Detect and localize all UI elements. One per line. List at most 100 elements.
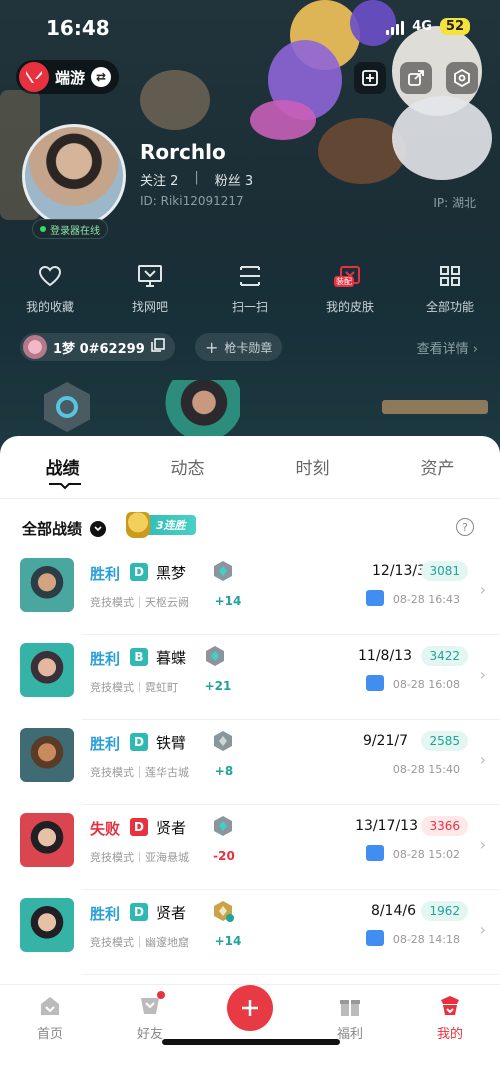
profile-icon [437,993,463,1019]
rank-icon [214,816,232,836]
view-details-label: 查看详情 [416,342,469,357]
rank-delta: +8 [214,764,234,778]
match-date: 08-28 15:40 [392,763,460,776]
match-kda: 12/13/3 [372,563,426,579]
nav-friends[interactable]: 好友 [120,991,180,1042]
match-row[interactable]: 胜利 D 贤者 竞技模式｜幽邃地窟 +14 8/14/6 1962 08-28 … [20,890,500,975]
ip-location: IP: 湖北 [433,196,476,210]
plus-icon [242,1000,258,1016]
match-score: 3081 [421,561,468,581]
create-button[interactable] [227,985,273,1031]
game-account-name: 1梦 0#62299 [53,341,145,357]
following-count[interactable]: 关注 2 [140,170,178,189]
video-icon[interactable] [366,845,384,861]
badge-button[interactable]: + 枪卡勋章 [195,333,283,361]
video-icon[interactable] [366,930,384,946]
match-mode: 竞技模式｜霓虹町 [90,681,178,694]
match-result: 胜利 [90,735,121,753]
profile-header: 16:48 4G 52 端游 ⇄ 登录器在线 Rorchlo 关注 2 | 粉丝… [0,0,500,470]
rank-delta: +21 [204,679,232,693]
settings-icon [454,69,470,87]
match-result: 胜利 [90,905,121,923]
match-grade: D [130,903,148,921]
signal-icon [386,19,405,35]
record-filter[interactable]: 全部战绩 [22,518,107,539]
match-mode: 竞技模式｜亚海悬城 [90,851,189,864]
skin-icon: 装配 [334,262,364,290]
match-row[interactable]: 胜利 D 黑梦 竞技模式｜天枢云阙 +14 12/13/3 3081 08-28… [20,550,500,635]
tab-record[interactable]: 战绩 [0,454,125,479]
match-row[interactable]: 胜利 B 暮蝶 竞技模式｜霓虹町 +21 11/8/13 3422 08-28 … [20,635,500,720]
tab-dynamics[interactable]: 动态 [125,454,250,479]
sticker-decoration [140,70,210,130]
help-icon[interactable]: ? [456,518,474,536]
nav-label: 福利 [336,1027,363,1042]
rank-delta: +14 [214,594,242,608]
quick-action-label: 我的皮肤 [325,300,374,314]
rank-icon [206,646,224,666]
chevron-right-icon: › [479,665,486,684]
battery-indicator: 52 [439,18,470,35]
game-account-pill[interactable]: 1梦 0#62299 [20,333,175,361]
plus-icon: + [205,337,219,357]
chevron-right-icon: › [472,342,478,357]
match-result: 胜利 [90,650,121,668]
quick-scan[interactable]: 扫一扫 [200,262,300,315]
settings-button[interactable] [446,62,478,94]
trophy-icon [126,512,150,538]
chevron-down-icon [90,520,107,537]
bottom-nav: 首页 好友 福利 我的 [0,984,500,1080]
quick-all-functions[interactable]: 全部功能 [400,262,500,315]
online-status-badge: 登录器在线 [32,219,108,239]
chevron-right-icon: › [479,920,486,939]
agent-avatar [20,643,74,697]
match-row[interactable]: 失败 D 贤者 竞技模式｜亚海悬城 -20 13/17/13 3366 08-2… [20,805,500,890]
view-details-link[interactable]: 查看详情 › [417,338,478,357]
quick-find-cafe[interactable]: 找网吧 [100,262,200,315]
nav-welfare[interactable]: 福利 [320,993,380,1042]
network-label: 4G [412,19,432,34]
share-icon [408,70,424,86]
home-icon [37,993,63,1019]
app-switcher[interactable]: 端游 ⇄ [16,60,120,94]
monitor-icon [136,262,164,290]
follow-stats: 关注 2 | 粉丝 3 [140,170,253,189]
video-icon[interactable] [366,675,384,691]
fans-count[interactable]: 粉丝 3 [215,170,253,189]
nav-mine[interactable]: 我的 [420,993,480,1042]
notification-dot [157,991,165,999]
quick-favorites[interactable]: 我的收藏 [0,262,100,315]
app-name: 端游 [55,68,86,87]
nav-home[interactable]: 首页 [20,993,80,1042]
copy-icon[interactable] [151,338,165,356]
match-grade: D [130,818,148,836]
agent-avatar [20,898,74,952]
tab-divider [0,498,500,499]
edit-card-button[interactable] [354,62,386,94]
agent-name: 铁臂 [156,734,187,752]
match-mode: 竞技模式｜幽邃地窟 [90,936,189,949]
filter-label: 全部战绩 [22,520,83,538]
share-button[interactable] [400,62,432,94]
match-date: 08-28 16:08 [392,678,460,691]
friends-icon [137,991,165,1019]
video-icon[interactable] [366,590,384,606]
nav-label: 好友 [136,1027,163,1042]
tab-moments[interactable]: 时刻 [250,454,375,479]
match-kda: 9/21/7 [362,733,408,749]
status-time: 16:48 [46,16,110,40]
match-list: 胜利 D 黑梦 竞技模式｜天枢云阙 +14 12/13/3 3081 08-28… [0,550,500,975]
match-kda: 8/14/6 [370,903,416,919]
edit-card-icon [362,70,378,86]
rank-icon [214,561,232,581]
rank-icon [214,731,232,751]
tab-assets[interactable]: 资产 [375,454,500,479]
avatar[interactable] [22,124,126,228]
match-result: 胜利 [90,565,121,583]
status-bar-right: 4G 52 [386,18,470,35]
quick-skins[interactable]: 装配 我的皮肤 [300,262,400,315]
swap-icon: ⇄ [91,67,112,87]
rank-delta: -20 [213,849,235,863]
tab-bar: 战绩 动态 时刻 资产 [0,454,500,479]
match-row[interactable]: 胜利 D 铁臂 竞技模式｜莲华古城 +8 9/21/7 2585 08-28 1… [20,720,500,805]
